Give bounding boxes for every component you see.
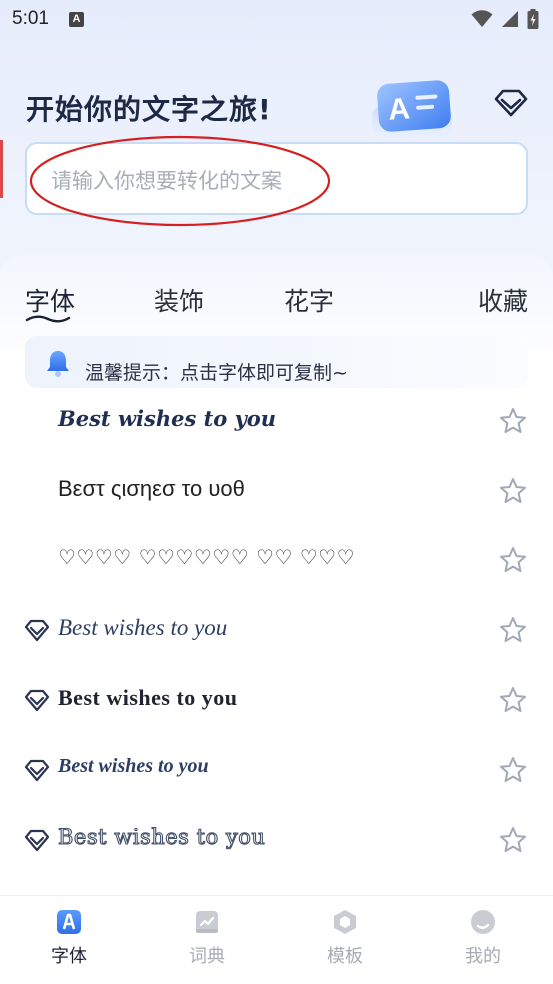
font-preview-text[interactable]: Best wishes to you — [58, 406, 276, 431]
template-cube-icon — [334, 910, 356, 934]
font-a-icon — [57, 910, 81, 934]
vip-diamond-icon[interactable] — [494, 88, 528, 118]
font-preview-text[interactable]: Best wishes to you — [57, 824, 265, 849]
vip-diamond-icon — [24, 829, 50, 852]
tab-fancy-text[interactable]: 花字 — [284, 282, 334, 318]
font-preview-text[interactable]: Βεστ ςισηεσ το υοθ — [58, 476, 245, 502]
font-preview-text[interactable]: Best wishes to you — [58, 685, 238, 711]
font-preview-text[interactable]: Best wishes to you — [58, 755, 209, 778]
edge-marker — [0, 140, 3, 198]
bottom-navigation: 字体 词典 模板 我的 — [0, 895, 553, 984]
nav-item-template[interactable]: 模板 — [300, 908, 390, 968]
battery-icon — [527, 9, 539, 29]
favorite-star-icon[interactable] — [498, 615, 528, 645]
vip-diamond-icon — [24, 619, 50, 642]
nav-item-dictionary[interactable]: 词典 — [162, 908, 252, 968]
font-app-illustration-icon: A — [372, 80, 452, 138]
vip-diamond-icon — [24, 689, 50, 712]
nav-label: 字体 — [51, 946, 87, 967]
font-preview-text[interactable]: Best wishes to you — [58, 615, 227, 641]
favorite-star-icon[interactable] — [498, 406, 528, 436]
favorite-star-icon[interactable] — [498, 755, 528, 785]
nav-label: 词典 — [189, 946, 225, 967]
nav-item-profile[interactable]: 我的 — [438, 908, 528, 968]
profile-moon-icon — [471, 910, 495, 934]
font-style-row[interactable]: Best wishes to you — [0, 811, 553, 871]
font-style-row[interactable]: Best wishes to you — [0, 601, 553, 661]
tab-decoration[interactable]: 装饰 — [154, 282, 204, 318]
nav-label: 模板 — [327, 946, 363, 967]
tip-banner: 温馨提示：点击字体即可复制~ — [25, 336, 528, 388]
nav-item-font[interactable]: 字体 — [24, 908, 114, 968]
font-style-row[interactable]: Βεστ ςισηεσ το υοθ — [0, 462, 553, 522]
dictionary-icon — [196, 911, 218, 933]
font-style-row[interactable]: Best wishes to you — [0, 741, 553, 801]
text-input[interactable] — [51, 164, 491, 198]
tab-favorites[interactable]: 收藏 — [478, 282, 528, 318]
wifi-icon — [471, 10, 493, 27]
notification-icon: A — [68, 11, 84, 27]
signal-icon — [502, 11, 518, 27]
vip-diamond-icon — [24, 759, 50, 782]
tip-text: 温馨提示：点击字体即可复制~ — [85, 362, 348, 384]
nav-label: 我的 — [465, 946, 501, 967]
favorite-star-icon[interactable] — [498, 476, 528, 506]
font-style-row[interactable]: ♡♡♡♡ ♡♡♡♡♡♡ ♡♡ ♡♡♡ — [0, 531, 553, 591]
favorite-star-icon[interactable] — [498, 825, 528, 855]
font-style-row[interactable]: Best wishes to you — [0, 671, 553, 731]
tab-active-indicator — [25, 315, 71, 323]
app-screen: 5:01 A 开始你的文字之旅! A 请输入你想要转化的文案 字体 装饰 花字 … — [0, 0, 553, 984]
bell-icon — [47, 351, 69, 377]
search-box[interactable] — [25, 142, 528, 215]
font-preview-text[interactable]: ♡♡♡♡ ♡♡♡♡♡♡ ♡♡ ♡♡♡ — [58, 545, 355, 569]
page-title: 开始你的文字之旅! — [26, 93, 272, 126]
font-style-row[interactable]: Best wishes to you — [0, 392, 553, 452]
hero-art-letter: A — [387, 92, 411, 126]
status-bar: 5:01 A — [0, 0, 553, 38]
status-time: 5:01 — [12, 8, 49, 29]
favorite-star-icon[interactable] — [498, 545, 528, 575]
favorite-star-icon[interactable] — [498, 685, 528, 715]
status-icons — [471, 9, 539, 29]
